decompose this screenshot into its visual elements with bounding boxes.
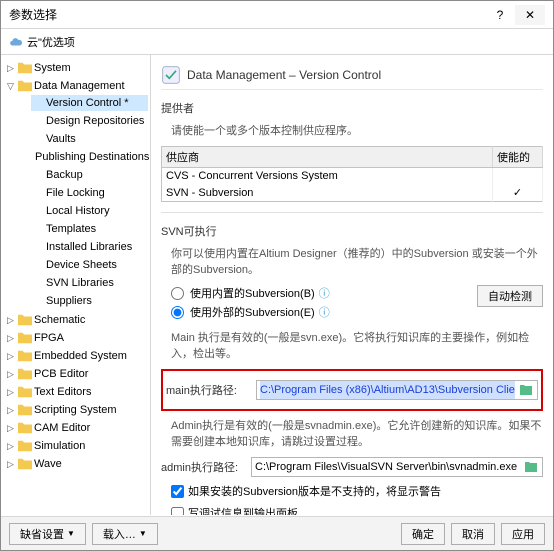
tree-item[interactable]: ▷Embedded System xyxy=(3,348,148,364)
main-path-input[interactable] xyxy=(260,381,515,399)
tree-item[interactable]: ▷FPGA xyxy=(3,330,148,346)
svn-title: SVN可执行 xyxy=(161,223,543,239)
check-debug[interactable] xyxy=(171,507,184,516)
tree-item[interactable]: ▷PCB Editor xyxy=(3,366,148,382)
provider-name: CVS - Concurrent Versions System xyxy=(162,168,493,185)
expand-icon[interactable]: ▷ xyxy=(5,387,16,398)
expand-icon[interactable]: ▷ xyxy=(5,351,16,362)
tree-item[interactable]: ▷Scripting System xyxy=(3,402,148,418)
tree-item[interactable]: Installed Libraries xyxy=(31,239,148,255)
tree-item[interactable]: Version Control * xyxy=(31,95,148,111)
chevron-down-icon: ▼ xyxy=(67,529,75,538)
tree-item[interactable]: File Locking xyxy=(31,185,148,201)
expand-icon[interactable]: ▷ xyxy=(5,369,16,380)
page-title: Data Management – Version Control xyxy=(187,68,381,82)
admin-path-input[interactable] xyxy=(255,458,520,476)
browse-icon[interactable] xyxy=(523,459,539,475)
tree-item[interactable]: ▷Schematic xyxy=(3,312,148,328)
tree-item[interactable]: SVN Libraries xyxy=(31,275,148,291)
radio-internal-label: 使用内置的Subversion(B) xyxy=(190,285,315,301)
svn-desc: 你可以使用内置在Altium Designer（推荐的）中的Subversion… xyxy=(171,245,543,277)
main-desc: Main 执行是有效的(一般是svn.exe)。它将执行知识库的主要操作，例如检… xyxy=(171,329,543,361)
tree-data-mgmt[interactable]: Data Management xyxy=(34,80,125,92)
tree-item[interactable]: Local History xyxy=(31,203,148,219)
tree-item[interactable]: Vaults xyxy=(31,131,148,147)
cancel-button[interactable]: 取消 xyxy=(451,523,495,545)
window-title: 参数选择 xyxy=(9,6,485,23)
collapse-icon[interactable]: ▽ xyxy=(5,81,16,92)
check-unsupported[interactable] xyxy=(171,485,184,498)
info-icon[interactable]: ⓘ xyxy=(319,285,330,301)
check-icon xyxy=(161,65,181,85)
help-button[interactable]: ? xyxy=(485,5,515,25)
admin-desc: Admin执行是有效的(一般是svnadmin.exe)。它允许创建新的知识库。… xyxy=(171,417,543,449)
expand-icon[interactable]: ▷ xyxy=(5,423,16,434)
tree-item[interactable]: Design Repositories xyxy=(31,113,148,129)
expand-icon[interactable]: ▷ xyxy=(5,63,16,74)
tree-item[interactable]: Backup xyxy=(31,167,148,183)
folder-icon xyxy=(18,62,32,74)
radio-external[interactable] xyxy=(171,306,184,319)
browse-icon[interactable] xyxy=(518,382,534,398)
check-unsupported-label: 如果安装的Subversion版本是不支持的，将显示警告 xyxy=(188,483,441,499)
provider-enabled[interactable] xyxy=(493,168,543,185)
radio-internal[interactable] xyxy=(171,287,184,300)
tree-item[interactable]: ▷CAM Editor xyxy=(3,420,148,436)
auto-detect-button[interactable]: 自动检测 xyxy=(477,285,543,307)
chevron-down-icon: ▼ xyxy=(139,529,147,538)
info-icon[interactable]: ⓘ xyxy=(319,304,330,320)
nav-tree[interactable]: ▷ System ▽ Data Management Version Control… xyxy=(1,55,151,515)
tree-item[interactable]: Publishing Destinations xyxy=(31,149,148,165)
col-provider: 供应商 xyxy=(162,147,493,168)
main-path-label: main执行路径: xyxy=(166,382,256,398)
provider-enabled[interactable]: ✓ xyxy=(493,184,543,202)
close-button[interactable]: ✕ xyxy=(515,5,545,25)
tree-item[interactable]: Suppliers xyxy=(31,293,148,309)
tree-item[interactable]: Templates xyxy=(31,221,148,237)
provider-name: SVN - Subversion xyxy=(162,184,493,202)
folder-icon xyxy=(18,80,32,92)
expand-icon[interactable]: ▷ xyxy=(5,459,16,470)
providers-title: 提供者 xyxy=(161,100,543,116)
col-enabled: 使能的 xyxy=(493,147,543,168)
import-button[interactable]: 载入…▼ xyxy=(92,523,158,545)
main-path-highlight: main执行路径: xyxy=(161,369,543,411)
cloud-label: 云"优选项 xyxy=(27,34,75,50)
expand-icon[interactable]: ▷ xyxy=(5,441,16,452)
defaults-button[interactable]: 缺省设置▼ xyxy=(9,523,86,545)
cloud-icon xyxy=(9,35,23,49)
providers-table: 供应商 使能的 CVS - Concurrent Versions System… xyxy=(161,146,543,202)
tree-item[interactable]: ▷Wave xyxy=(3,456,148,472)
apply-button[interactable]: 应用 xyxy=(501,523,545,545)
radio-external-label: 使用外部的Subversion(E) xyxy=(190,304,315,320)
tree-item[interactable]: ▷Text Editors xyxy=(3,384,148,400)
providers-desc: 请使能一个或多个版本控制供应程序。 xyxy=(171,122,543,138)
admin-path-label: admin执行路径: xyxy=(161,459,251,475)
expand-icon[interactable]: ▷ xyxy=(5,333,16,344)
expand-icon[interactable]: ▷ xyxy=(5,315,16,326)
check-debug-label: 写调试信息到输出面板 xyxy=(188,505,298,515)
expand-icon[interactable]: ▷ xyxy=(5,405,16,416)
tree-item[interactable]: Device Sheets xyxy=(31,257,148,273)
ok-button[interactable]: 确定 xyxy=(401,523,445,545)
tree-item[interactable]: ▷Simulation xyxy=(3,438,148,454)
tree-system[interactable]: System xyxy=(34,62,71,74)
